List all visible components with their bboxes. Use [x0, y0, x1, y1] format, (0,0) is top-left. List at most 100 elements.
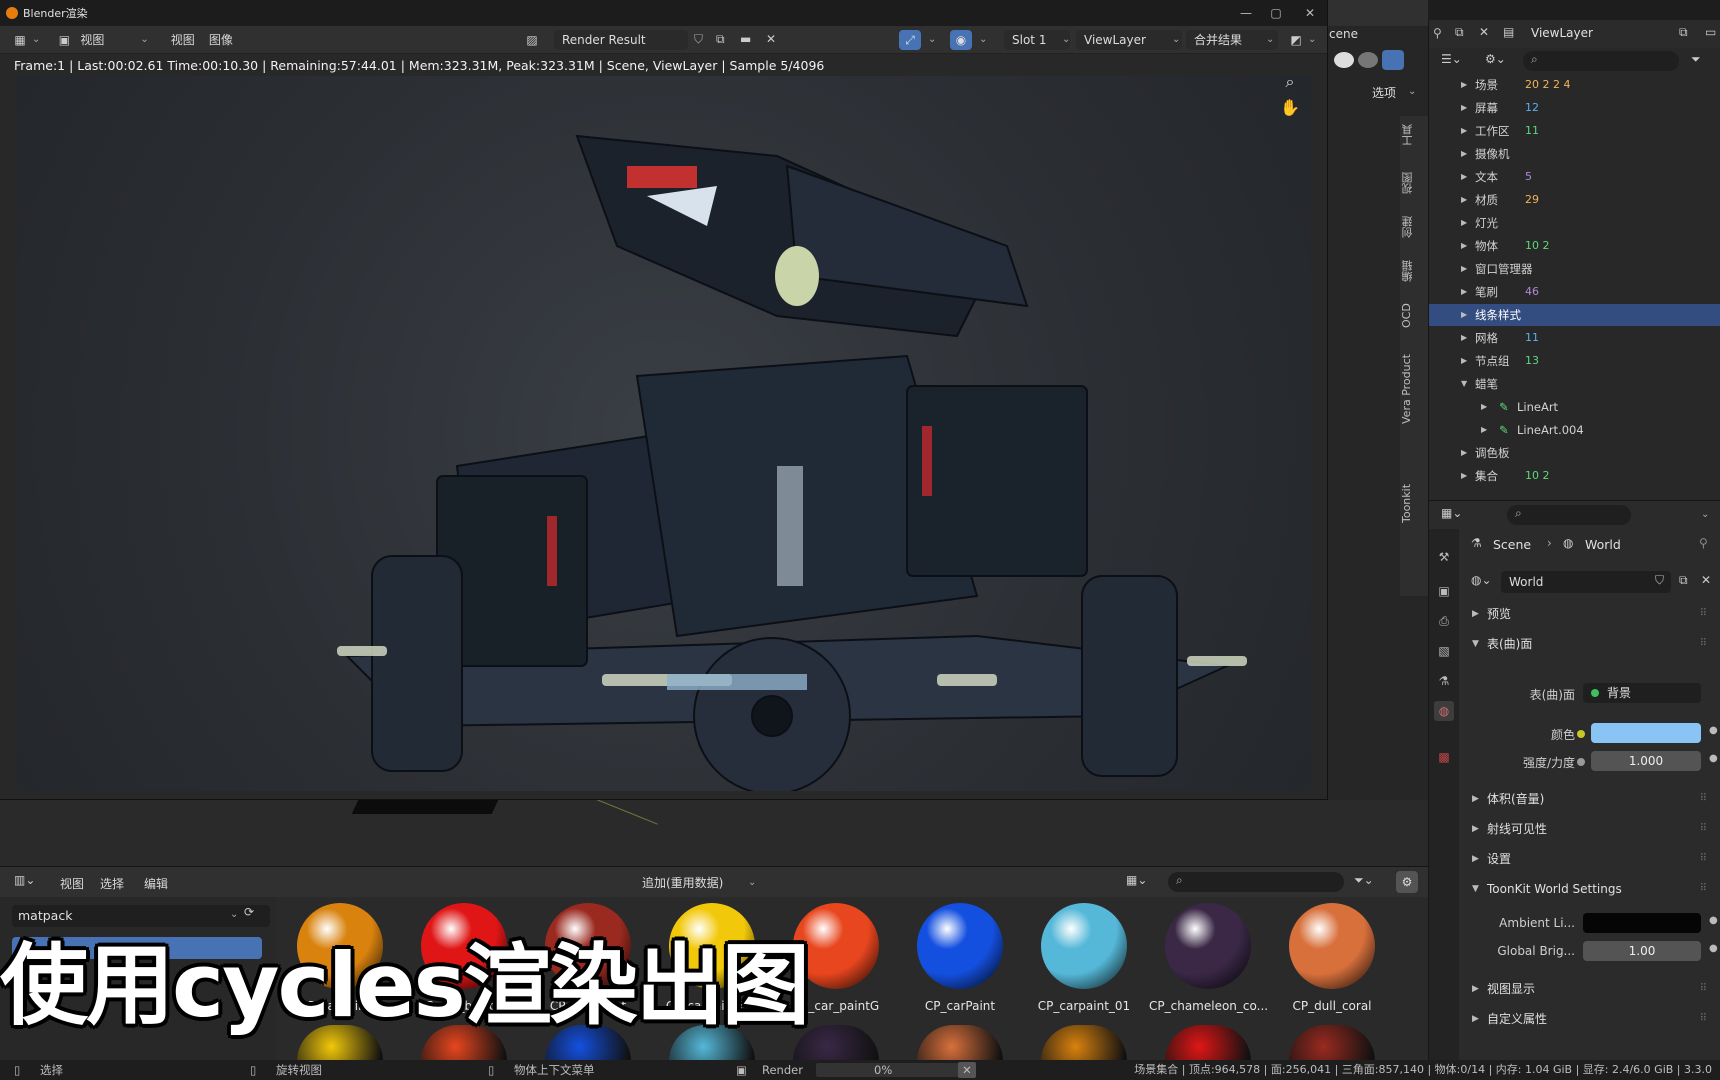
outliner-row[interactable]: ▶ 窗口管理器	[1429, 258, 1720, 280]
outliner-row[interactable]: ▼ 蜡笔	[1429, 373, 1720, 395]
drag-handle-icon[interactable]: ⠿	[1700, 1006, 1707, 1032]
outliner-row[interactable]: ▶ 文本 5	[1429, 166, 1720, 188]
drag-handle-icon[interactable]: ⠿	[1700, 846, 1707, 872]
pin-icon[interactable]: ⚲	[1699, 536, 1708, 550]
tab-create[interactable]: 创建	[1400, 210, 1426, 244]
editor-type-icon[interactable]: ▥⌄	[14, 873, 35, 887]
drag-handle-icon[interactable]: ⠿	[1700, 976, 1707, 1002]
expand-right-icon[interactable]: ▶	[1481, 396, 1487, 418]
outliner-row[interactable]: ▶ 节点组 13	[1429, 350, 1720, 372]
keyframe-dot-icon[interactable]: ●	[1709, 725, 1718, 736]
tab-view[interactable]: 视图	[1400, 166, 1426, 200]
chevron-down-icon[interactable]: ⌄	[748, 877, 756, 888]
new-image-icon[interactable]: ⧉	[716, 32, 725, 47]
cancel-render-button[interactable]: ✕	[958, 1062, 976, 1078]
chevron-down-icon[interactable]: ⌄	[928, 34, 936, 45]
outliner-row[interactable]: ▶ 线条样式	[1429, 304, 1720, 326]
scene-name-fragment[interactable]: cene	[1329, 27, 1358, 41]
duplicate-world-icon[interactable]: ⧉	[1679, 573, 1688, 588]
outliner-row[interactable]: ▶ 物体 10 2	[1429, 235, 1720, 257]
section-custom-properties[interactable]: ▶ 自定义属性 ⠿	[1467, 1006, 1713, 1032]
expand-right-icon[interactable]: ▶	[1461, 327, 1467, 349]
display-mode-icon[interactable]: ◩	[1286, 31, 1306, 49]
sample-tool-icon[interactable]: ⤢	[899, 30, 921, 50]
expand-right-icon[interactable]: ▶	[1461, 166, 1467, 188]
settings-gear-icon[interactable]: ⚙	[1396, 871, 1418, 893]
tab-vera-product[interactable]: Vera Product	[1400, 348, 1426, 430]
section-viewport-display[interactable]: ▶ 视图显示 ⠿	[1467, 976, 1713, 1002]
chevron-down-icon[interactable]: ⌄	[979, 34, 987, 45]
expand-right-icon[interactable]: ▶	[1461, 189, 1467, 211]
unlink-image-icon[interactable]: ✕	[766, 32, 776, 46]
material-thumbnail[interactable]	[917, 1025, 1003, 1061]
expand-right-icon[interactable]: ▶	[1461, 442, 1467, 464]
view-layer-tab-icon[interactable]: ▧	[1434, 641, 1454, 661]
global-brightness-field[interactable]: 1.00	[1583, 941, 1701, 961]
expand-right-icon[interactable]: ▶	[1461, 235, 1467, 257]
display-channels-icon[interactable]: ◉	[950, 30, 972, 50]
chevron-down-icon[interactable]: ⌄	[140, 34, 148, 45]
asset-search-input[interactable]	[1168, 872, 1344, 892]
expand-right-icon[interactable]: ▶	[1461, 97, 1467, 119]
world-browse-icon[interactable]: ◍⌄	[1471, 573, 1492, 587]
material-thumbnail[interactable]	[1289, 1025, 1375, 1061]
unlink-world-icon[interactable]: ✕	[1701, 573, 1711, 587]
material-shading-icon[interactable]	[1358, 52, 1378, 68]
solid-shading-icon[interactable]	[1334, 52, 1354, 68]
outliner-child-row[interactable]: ▶ ✎ LineArt	[1429, 396, 1720, 418]
material-thumbnail[interactable]	[1165, 903, 1251, 989]
open-folder-icon[interactable]: ▬	[740, 32, 751, 46]
outliner-row[interactable]: ▶ 工作区 11	[1429, 120, 1720, 142]
import-mode-select[interactable]: 追加(重用数据)	[642, 873, 723, 893]
scene-tab-icon[interactable]: ⚗	[1434, 671, 1454, 691]
tab-toonkit[interactable]: Toonkit	[1400, 478, 1426, 528]
close-window-button[interactable]: ✕	[1296, 4, 1324, 22]
world-name-field[interactable]: World	[1501, 571, 1671, 593]
menu-select[interactable]: 选择	[100, 875, 124, 892]
menu-view[interactable]: 视图	[60, 875, 84, 892]
section-ray-visibility[interactable]: ▶ 射线可见性 ⠿	[1467, 816, 1713, 842]
image-browse-icon[interactable]: ▨	[522, 31, 542, 49]
expand-right-icon[interactable]: ▶	[1461, 281, 1467, 303]
view-mode-icon[interactable]: ▣	[54, 31, 74, 49]
fake-user-shield-icon[interactable]: ⛉	[694, 32, 703, 47]
editor-type-icon[interactable]: ▦⌄	[1441, 506, 1462, 520]
display-mode-icon[interactable]: ▦⌄	[1126, 873, 1147, 887]
outliner-row[interactable]: ▶ 材质 29	[1429, 189, 1720, 211]
outliner-row[interactable]: ▶ 屏幕 12	[1429, 97, 1720, 119]
drag-handle-icon[interactable]: ⠿	[1700, 786, 1707, 812]
keyframe-dot-icon[interactable]: ●	[1709, 753, 1718, 764]
chevron-down-icon[interactable]: ⌄	[1701, 509, 1709, 520]
keyframe-dot-icon[interactable]: ●	[1709, 943, 1718, 954]
slot-select[interactable]: Slot 1	[1004, 30, 1070, 50]
minimize-button[interactable]: —	[1232, 4, 1260, 22]
image-name-field[interactable]: Render Result	[554, 30, 688, 50]
render-tab-icon[interactable]: ▣	[1434, 581, 1454, 601]
pan-hand-icon[interactable]: ✋	[1279, 98, 1301, 120]
options-dropdown[interactable]: 选项	[1372, 84, 1396, 101]
outliner-row[interactable]: ▶ 调色板	[1429, 442, 1720, 464]
material-thumbnail[interactable]	[1041, 1025, 1127, 1061]
filter-type-icon[interactable]: ⚙⌄	[1485, 52, 1506, 66]
section-surface[interactable]: ▼ 表(曲)面 ⠿	[1467, 631, 1713, 657]
editor-type-icon[interactable]: ▦	[10, 31, 30, 49]
properties-search-input[interactable]	[1507, 505, 1631, 525]
pin-icon[interactable]: ⚲	[1433, 26, 1442, 40]
filter-icon[interactable]: ⏷⌄	[1354, 873, 1374, 888]
ambient-light-swatch[interactable]	[1583, 913, 1701, 933]
expand-right-icon[interactable]: ▶	[1461, 350, 1467, 372]
outliner-row[interactable]: ▶ 场景 20 2 2 4	[1429, 74, 1720, 96]
expand-right-icon[interactable]: ▶	[1461, 143, 1467, 165]
expand-right-icon[interactable]: ▶	[1461, 258, 1467, 280]
material-thumbnail[interactable]	[917, 903, 1003, 989]
outliner-search-input[interactable]	[1523, 51, 1679, 71]
fake-user-shield-icon[interactable]: ⛉	[1655, 573, 1664, 588]
outliner-row[interactable]: ▶ 摄像机	[1429, 143, 1720, 165]
menu-edit[interactable]: 编辑	[144, 875, 168, 892]
outliner-child-row[interactable]: ▶ ✎ LineArt.004	[1429, 419, 1720, 441]
tab-ocd[interactable]: OCD	[1400, 298, 1426, 334]
expand-down-icon[interactable]: ▼	[1461, 373, 1467, 395]
tool-tab-icon[interactable]: ⚒	[1434, 547, 1454, 567]
outliner-row[interactable]: ▶ 网格 11	[1429, 327, 1720, 349]
expand-right-icon[interactable]: ▶	[1461, 465, 1467, 487]
